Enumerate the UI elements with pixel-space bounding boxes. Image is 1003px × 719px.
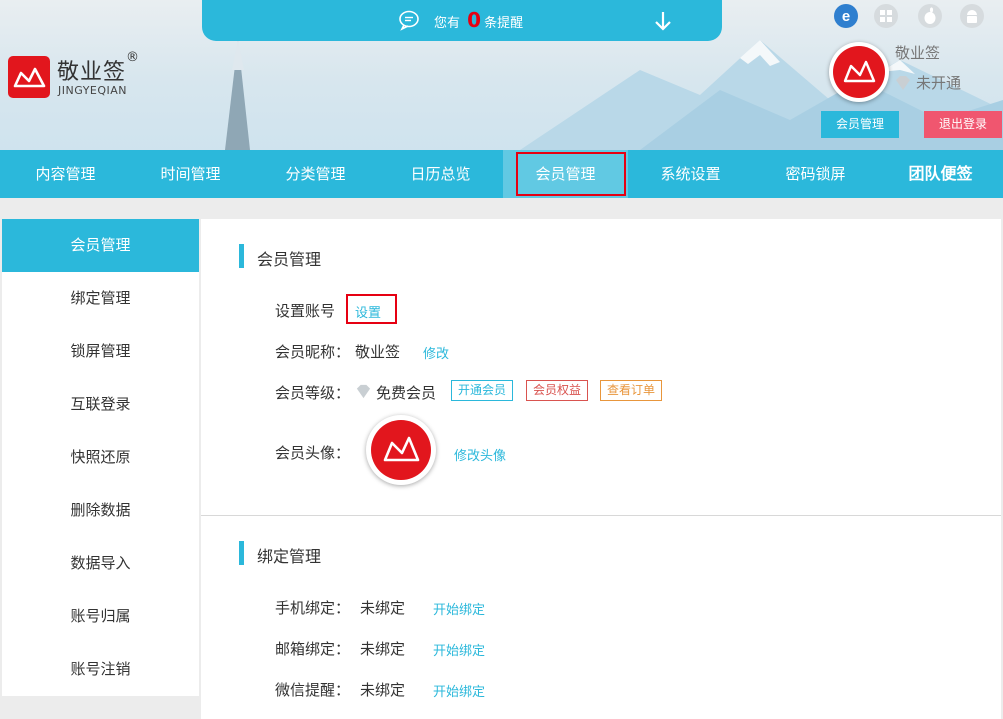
nav-item-settings[interactable]: 系统设置 [628, 150, 753, 198]
diamond-icon [896, 76, 910, 90]
nickname-value: 敬业签 [355, 343, 401, 361]
windows-icon[interactable] [874, 4, 898, 28]
sidebar: 会员管理 绑定管理 锁屏管理 互联登录 快照还原 删除数据 数据导入 账号归属 … [2, 219, 199, 696]
svg-text:e: e [842, 8, 850, 25]
member-management-button[interactable]: 会员管理 [821, 111, 899, 138]
nav-item-time[interactable]: 时间管理 [128, 150, 253, 198]
section-divider [201, 515, 1001, 516]
account-highlight-box [346, 294, 397, 324]
nickname-edit-link[interactable]: 修改 [423, 343, 449, 362]
notice-suffix: 条提醒 [484, 16, 524, 31]
notice-count: 0 [467, 8, 482, 32]
apple-icon[interactable] [918, 4, 942, 28]
sidebar-item-connect-login[interactable]: 互联登录 [2, 378, 199, 431]
registered-mark: ® [126, 50, 139, 65]
nav-item-lock-screen[interactable]: 密码锁屏 [753, 150, 878, 198]
phone-bind-label: 手机绑定： [275, 599, 351, 617]
chat-bubble-icon [399, 10, 419, 31]
diamond-icon [356, 384, 371, 399]
arrow-down-icon[interactable] [654, 10, 672, 32]
level-label: 会员等级： [275, 384, 351, 402]
avatar-label: 会员头像： [275, 444, 351, 462]
nav-item-category[interactable]: 分类管理 [253, 150, 378, 198]
sidebar-item-member[interactable]: 会员管理 [2, 219, 199, 272]
nav-item-content[interactable]: 内容管理 [3, 150, 128, 198]
sidebar-item-account-cancel[interactable]: 账号注销 [2, 643, 199, 696]
phone-bind-link[interactable]: 开始绑定 [433, 599, 485, 618]
account-label: 设置账号 [275, 302, 336, 320]
wechat-bind-status: 未绑定 [360, 681, 406, 699]
member-section-title: 会员管理 [257, 250, 322, 269]
android-icon[interactable] [960, 4, 984, 28]
logo-icon [8, 56, 50, 98]
sidebar-item-import[interactable]: 数据导入 [2, 537, 199, 590]
user-name: 敬业签 [895, 44, 941, 62]
notice-prefix: 您有 [434, 16, 461, 31]
wechat-bind-label: 微信提醒： [275, 681, 351, 699]
member-benefits-tag[interactable]: 会员权益 [526, 380, 589, 401]
section-marker [239, 541, 244, 565]
header: 您有 0 条提醒 敬业签 ® JINGYEQIAN e 敬业签 未开通 会员管理… [0, 0, 1003, 150]
view-orders-tag[interactable]: 查看订单 [600, 380, 663, 401]
email-bind-label: 邮箱绑定： [275, 640, 351, 658]
nav-item-calendar[interactable]: 日历总览 [378, 150, 503, 198]
logout-button[interactable]: 退出登录 [924, 111, 1002, 138]
logo-english-name: JINGYEQIAN [58, 84, 128, 97]
logo-name: 敬业签 [57, 60, 127, 85]
sidebar-item-account-owner[interactable]: 账号归属 [2, 590, 199, 643]
platform-icons: e [832, 4, 992, 28]
notification-text: 您有 0 条提醒 [434, 9, 523, 35]
sidebar-item-lock[interactable]: 锁屏管理 [2, 325, 199, 378]
email-bind-link[interactable]: 开始绑定 [433, 640, 485, 659]
wechat-bind-link[interactable]: 开始绑定 [433, 681, 485, 700]
ie-icon[interactable]: e [834, 4, 858, 28]
nickname-label: 会员昵称： [275, 343, 351, 361]
open-membership-tag[interactable]: 开通会员 [451, 380, 514, 401]
nav-item-team-notes[interactable]: 团队便签 [878, 150, 1003, 198]
sidebar-item-delete-data[interactable]: 删除数据 [2, 484, 199, 537]
vip-status: 未开通 [916, 74, 962, 92]
logo[interactable]: 敬业签 ® JINGYEQIAN [8, 50, 148, 106]
email-bind-status: 未绑定 [360, 640, 406, 658]
sidebar-item-binding[interactable]: 绑定管理 [2, 272, 199, 325]
phone-bind-status: 未绑定 [360, 599, 406, 617]
notification-bar[interactable]: 您有 0 条提醒 [202, 0, 722, 41]
sidebar-item-snapshot[interactable]: 快照还原 [2, 431, 199, 484]
section-marker [239, 244, 244, 268]
member-avatar [366, 415, 436, 485]
edit-avatar-link[interactable]: 修改头像 [454, 445, 506, 464]
main-content: 会员管理 设置账号 设置 会员昵称： 敬业签 修改 会员等级： 免费会员 开通会… [201, 219, 1001, 719]
user-avatar[interactable] [829, 42, 889, 102]
main-nav: 内容管理 时间管理 分类管理 日历总览 会员管理 系统设置 密码锁屏 团队便签 [0, 150, 1003, 198]
nav-highlight-box [516, 152, 626, 196]
level-value: 免费会员 [376, 384, 437, 402]
bind-section-title: 绑定管理 [257, 547, 322, 566]
